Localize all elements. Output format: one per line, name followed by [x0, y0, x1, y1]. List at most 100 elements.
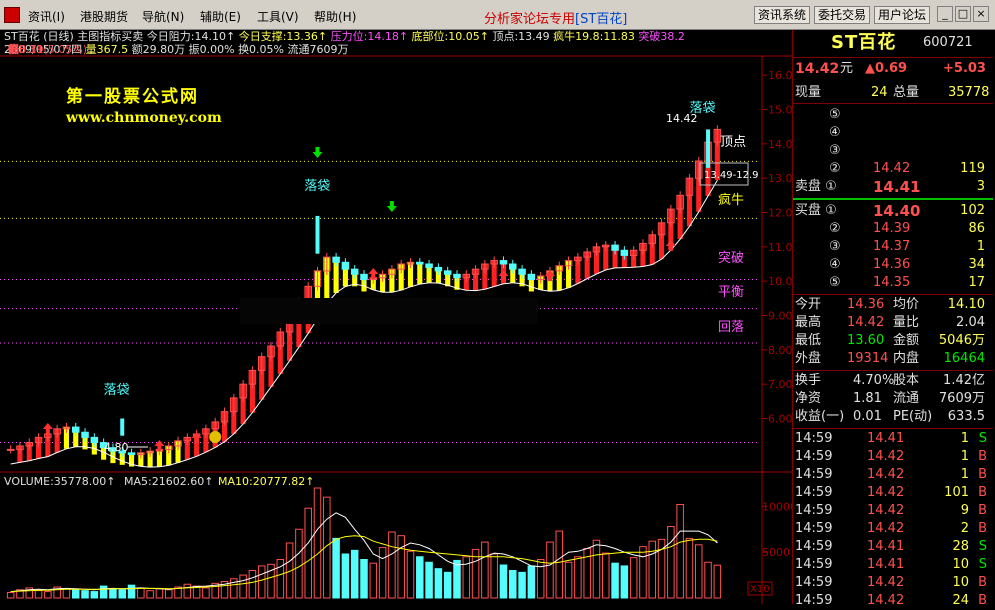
- tick-volume: 1: [960, 449, 969, 464]
- volume-bar: [350, 549, 359, 599]
- ohlc-line: 2009/05/07/四 开8.11 高8.11 低8.11 收8.11 量36…: [4, 43, 349, 56]
- volume-bar: [155, 588, 164, 599]
- line1-segment: 突破38.2: [634, 30, 685, 43]
- stat-value: 1.81: [853, 391, 882, 406]
- ma5-label: MA5:21602.60↑: [124, 475, 213, 488]
- volume-bar: [248, 570, 257, 599]
- buy-level-label: ⑤: [829, 275, 841, 290]
- candle-body: [611, 244, 619, 251]
- tick-volume: 10: [952, 557, 969, 572]
- volume-bar: [611, 562, 619, 599]
- volume-bar: [602, 552, 610, 599]
- volume-bar: [146, 590, 154, 599]
- sell-arrow-icon: [386, 201, 397, 212]
- volume-bar: [564, 561, 573, 599]
- stat-label: 收益(一): [795, 409, 845, 424]
- buy-volume: 86: [968, 221, 985, 236]
- volume-bar: [629, 557, 638, 599]
- line1-segment: 底部位:10.05↑: [408, 30, 489, 43]
- buy-price: 14.35: [873, 275, 911, 290]
- tick-time: 14:59: [795, 557, 833, 572]
- tick-row: 14:59 14.42 9 B: [793, 502, 993, 520]
- volume-bar: [694, 544, 703, 599]
- volume-bar: [481, 541, 489, 599]
- stat-label: 内盘: [893, 351, 920, 366]
- price-tick-label: 7.00: [768, 378, 793, 391]
- candle-body: [434, 266, 443, 272]
- buy-level-label: ③: [829, 239, 841, 254]
- buy-row: ④ 14.36 34: [793, 256, 993, 274]
- candle-body: [6, 448, 15, 451]
- tick-row: 14:59 14.41 28 S: [793, 538, 993, 556]
- fengniu-label: 疯牛: [718, 192, 744, 208]
- tick-side: S: [978, 557, 987, 572]
- candle-body: [416, 261, 424, 265]
- volume-bar: [397, 535, 405, 599]
- pingheng-label: 平衡: [718, 285, 744, 300]
- volume-bar: [406, 550, 415, 599]
- sell-arrow-icon: [312, 147, 323, 158]
- stock-header: ST百花 600721: [793, 32, 993, 54]
- stat-label: 金额: [893, 333, 920, 348]
- line1-segment: 今日阻力:14.10↑: [146, 30, 236, 43]
- tick-side: B: [978, 467, 987, 482]
- stat-label: 今开: [795, 297, 822, 312]
- sell-level-label: ④: [829, 125, 841, 140]
- stat-value: 14.36: [847, 297, 885, 312]
- candle-body: [443, 270, 452, 275]
- volume-bar: [137, 587, 145, 599]
- line2-segment: 量367.5: [85, 43, 132, 56]
- volume-bar: [341, 553, 350, 599]
- volume-bar: [574, 556, 582, 599]
- tick-volume: 1: [960, 431, 969, 446]
- candle-body: [425, 263, 433, 268]
- volume-bar: [332, 537, 340, 599]
- masked-region: [240, 298, 538, 324]
- watermark-title: 第一股票公式网: [66, 87, 199, 107]
- price-change-pct: +5.03: [943, 61, 986, 76]
- quote-panel: ST百花 600721 14.42 元 ▲0.69 +5.03 现量 24 总量…: [792, 30, 995, 608]
- volume-bar: [81, 590, 89, 599]
- volume-bar: [685, 537, 694, 599]
- tick-volume: 28: [952, 539, 969, 554]
- tick-time: 14:59: [795, 449, 833, 464]
- volume-tick-label: 5000: [762, 546, 790, 559]
- line1-segment: 顶点:13.49: [488, 30, 550, 43]
- volume-bar: [676, 504, 684, 599]
- huiluo-label: 回落: [718, 320, 744, 335]
- volume-bar: [239, 574, 247, 599]
- volume-bar: [713, 564, 722, 599]
- volume-bar: [71, 589, 80, 599]
- line1-segment: 疯牛19.8:11.83: [549, 30, 635, 43]
- buy-arrow-icon: [42, 423, 53, 434]
- watermark: 第一股票公式网 www.chnmoney.com: [66, 82, 222, 126]
- line2-segment: 额29.80万: [131, 43, 189, 56]
- tick-time: 14:59: [795, 503, 833, 518]
- stat-value: 7609万: [938, 391, 985, 406]
- stat-label: 量比: [893, 315, 920, 330]
- tick-price: 14.42: [867, 575, 905, 590]
- volume-bar: [6, 592, 15, 599]
- tick-row: 14:59 14.42 1 B: [793, 448, 993, 466]
- stat-label: 最低: [795, 333, 822, 348]
- tick-row: 14:59 14.42 101 B: [793, 484, 993, 502]
- candle-body: [81, 431, 89, 438]
- tick-price: 14.41: [867, 557, 905, 572]
- line2-segment: 振0.00%: [188, 43, 239, 56]
- tick-side: B: [978, 575, 987, 590]
- buy-row: 买盘 ① 14.40 102: [793, 202, 993, 220]
- tick-side: B: [978, 593, 987, 608]
- stat-value: 14.42: [847, 315, 885, 330]
- sell-row: 卖盘 ① 14.41 3: [793, 178, 993, 196]
- tick-row: 14:59 14.42 10 B: [793, 574, 993, 592]
- tick-row: 14:59 14.41 10 S: [793, 556, 993, 574]
- stat-label: 流通: [893, 391, 920, 406]
- tick-price: 14.42: [867, 521, 905, 536]
- candle-body: [350, 268, 359, 275]
- volume-bar: [667, 526, 675, 599]
- sell-price: 14.41: [873, 178, 921, 196]
- buy-level-label: ④: [829, 257, 841, 272]
- volume-bar: [555, 530, 564, 599]
- stat-value: 4.70%: [853, 373, 895, 388]
- sell-level-label: 卖盘 ①: [795, 179, 837, 194]
